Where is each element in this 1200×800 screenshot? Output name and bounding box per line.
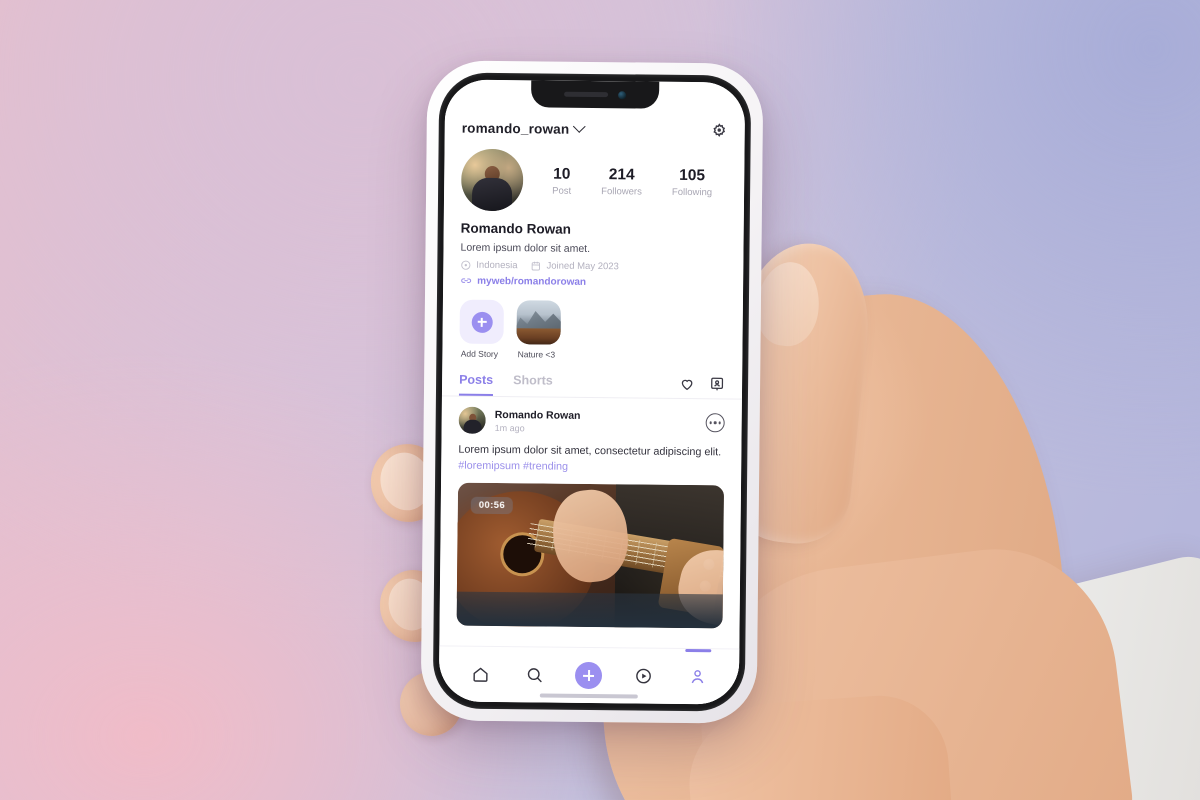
profile-stats: 10 Post 214 Followers 105 Following: [537, 165, 727, 198]
mountain-photo: [516, 300, 561, 345]
home-indicator: [539, 693, 638, 699]
story-add[interactable]: Add Story: [459, 299, 504, 360]
stat-value: 10: [553, 165, 571, 184]
stat-label: Following: [671, 186, 713, 198]
link-icon: [461, 278, 472, 283]
story-label: Add Story: [460, 348, 499, 360]
profile-bio: Romando Rowan Lorem ipsum dolor sit amet…: [443, 210, 744, 289]
joined-text: Joined May 2023: [546, 260, 619, 273]
video-duration: 00:56: [470, 497, 514, 515]
stat-posts[interactable]: 10 Post: [552, 165, 571, 197]
website-text: myweb/romandorowan: [477, 275, 587, 288]
nav-profile[interactable]: [681, 659, 715, 693]
stat-label: Post: [552, 185, 572, 197]
front-camera: [618, 90, 627, 99]
heart-icon[interactable]: [679, 376, 695, 392]
location-text: Indonesia: [476, 259, 518, 272]
stat-label: Followers: [601, 185, 642, 198]
post-media[interactable]: 00:56: [456, 482, 725, 629]
post-header: Romando Rowan 1m ago: [458, 406, 725, 437]
account-handle: romando_rowan: [461, 120, 570, 137]
story-nature[interactable]: Nature <3: [516, 300, 561, 360]
joined-meta: Joined May 2023: [530, 260, 619, 273]
post: Romando Rowan 1m ago Lorem ipsum dolor s…: [441, 396, 742, 476]
nav-home[interactable]: [463, 657, 497, 691]
content-tabs: Posts Shorts: [441, 358, 743, 400]
more-options-icon[interactable]: [705, 413, 725, 433]
stat-followers[interactable]: 214 Followers: [601, 165, 642, 197]
bio-text: Lorem ipsum dolor sit amet.: [460, 241, 591, 255]
search-icon: [527, 668, 542, 683]
stat-value: 105: [679, 167, 706, 185]
tagged-photos-icon[interactable]: [709, 376, 725, 392]
add-story-thumb: [459, 299, 504, 345]
jeans: [456, 591, 723, 629]
stat-value: 214: [608, 166, 635, 184]
post-avatar[interactable]: [458, 406, 486, 434]
phone-screen: romando_rowan 10 Post 214 Followers 105 …: [438, 79, 746, 705]
bottom-navigation: [438, 645, 740, 705]
tab-shorts[interactable]: Shorts: [513, 373, 553, 396]
nav-add[interactable]: [572, 658, 606, 692]
phone-bezel: romando_rowan 10 Post 214 Followers 105 …: [432, 72, 752, 712]
story-label: Nature <3: [517, 349, 556, 360]
chevron-down-icon: [572, 120, 586, 133]
post-author: Romando Rowan: [494, 408, 581, 422]
profile-summary: 10 Post 214 Followers 105 Following: [444, 140, 745, 213]
stat-following[interactable]: 105 Following: [672, 166, 712, 198]
tab-actions: [679, 376, 725, 398]
notch: [530, 80, 660, 109]
post-text: Lorem ipsum dolor sit amet, consectetur …: [458, 443, 724, 477]
reels-icon: [636, 668, 651, 684]
calendar-icon: [531, 261, 541, 271]
post-hashtags: #loremipsum #trending: [458, 459, 569, 473]
add-icon: [575, 661, 603, 690]
plus-icon: [471, 311, 493, 333]
tab-list: Posts Shorts: [458, 372, 553, 397]
profile-icon: [691, 670, 704, 684]
account-switcher[interactable]: romando_rowan: [461, 120, 586, 137]
location-pin-icon: [461, 260, 471, 270]
nav-search[interactable]: [517, 658, 551, 692]
post-body: Lorem ipsum dolor sit amet, consectetur …: [458, 443, 722, 459]
post-timestamp: 1m ago: [494, 422, 525, 433]
thumb-nail: [752, 258, 824, 350]
gear-icon[interactable]: [711, 122, 728, 139]
phone-device: romando_rowan 10 Post 214 Followers 105 …: [420, 60, 764, 724]
display-name: Romando Rowan: [460, 220, 572, 237]
sleeve: [800, 548, 1200, 800]
post-author-block: Romando Rowan 1m ago: [495, 408, 697, 434]
app-header: romando_rowan: [445, 109, 745, 143]
nav-reels[interactable]: [626, 659, 660, 693]
profile-meta: Indonesia Joined May 2023: [460, 260, 726, 274]
home-icon: [473, 667, 488, 682]
tab-posts[interactable]: Posts: [458, 372, 494, 396]
location-meta: Indonesia: [460, 259, 518, 272]
avatar[interactable]: [460, 148, 524, 212]
story-highlights: Add Story Nature <3: [442, 286, 743, 361]
speaker-grille: [564, 91, 609, 98]
social-app: romando_rowan 10 Post 214 Followers 105 …: [438, 79, 746, 705]
